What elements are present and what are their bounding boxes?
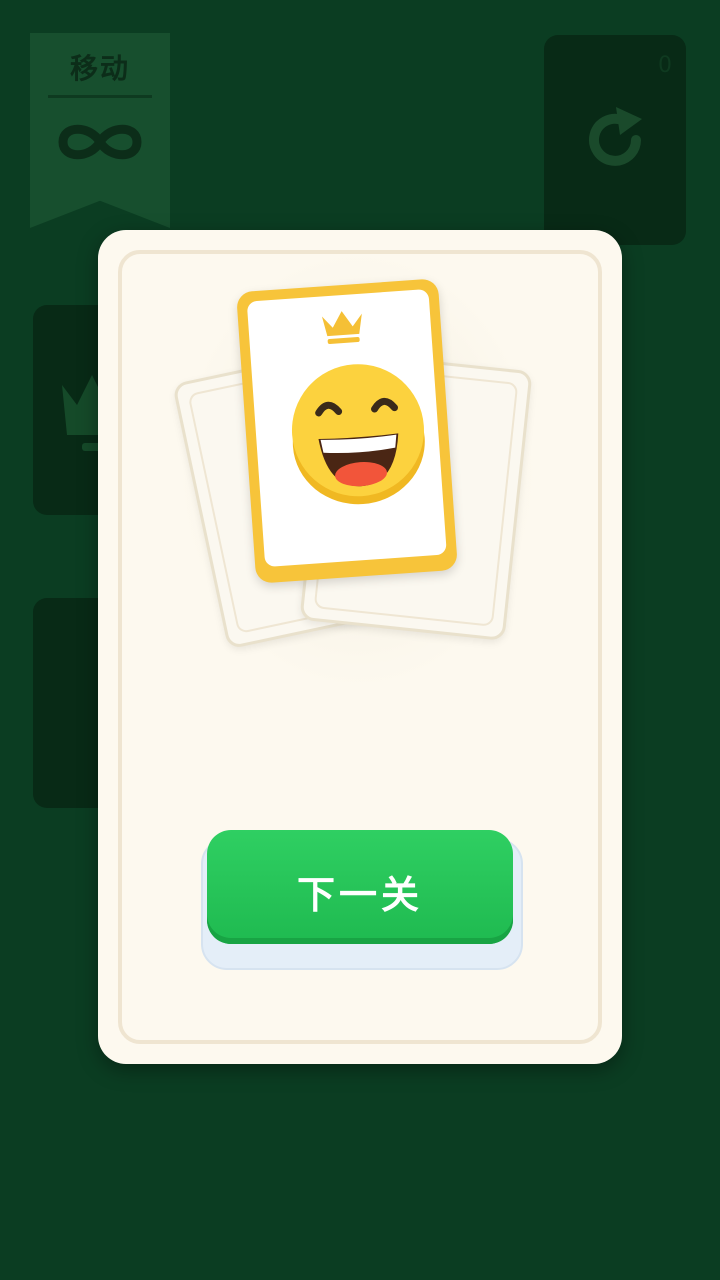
crown-icon xyxy=(321,311,362,344)
next-level-button-face: 下一关 xyxy=(207,830,513,944)
next-level-button-label: 下一关 xyxy=(296,873,423,917)
next-level-button[interactable]: 下一关 xyxy=(201,826,523,970)
reward-card-face xyxy=(246,288,447,568)
laughing-face-icon xyxy=(291,364,425,505)
level-complete-modal: 下一关 xyxy=(98,230,622,1064)
reward-card xyxy=(236,278,458,584)
